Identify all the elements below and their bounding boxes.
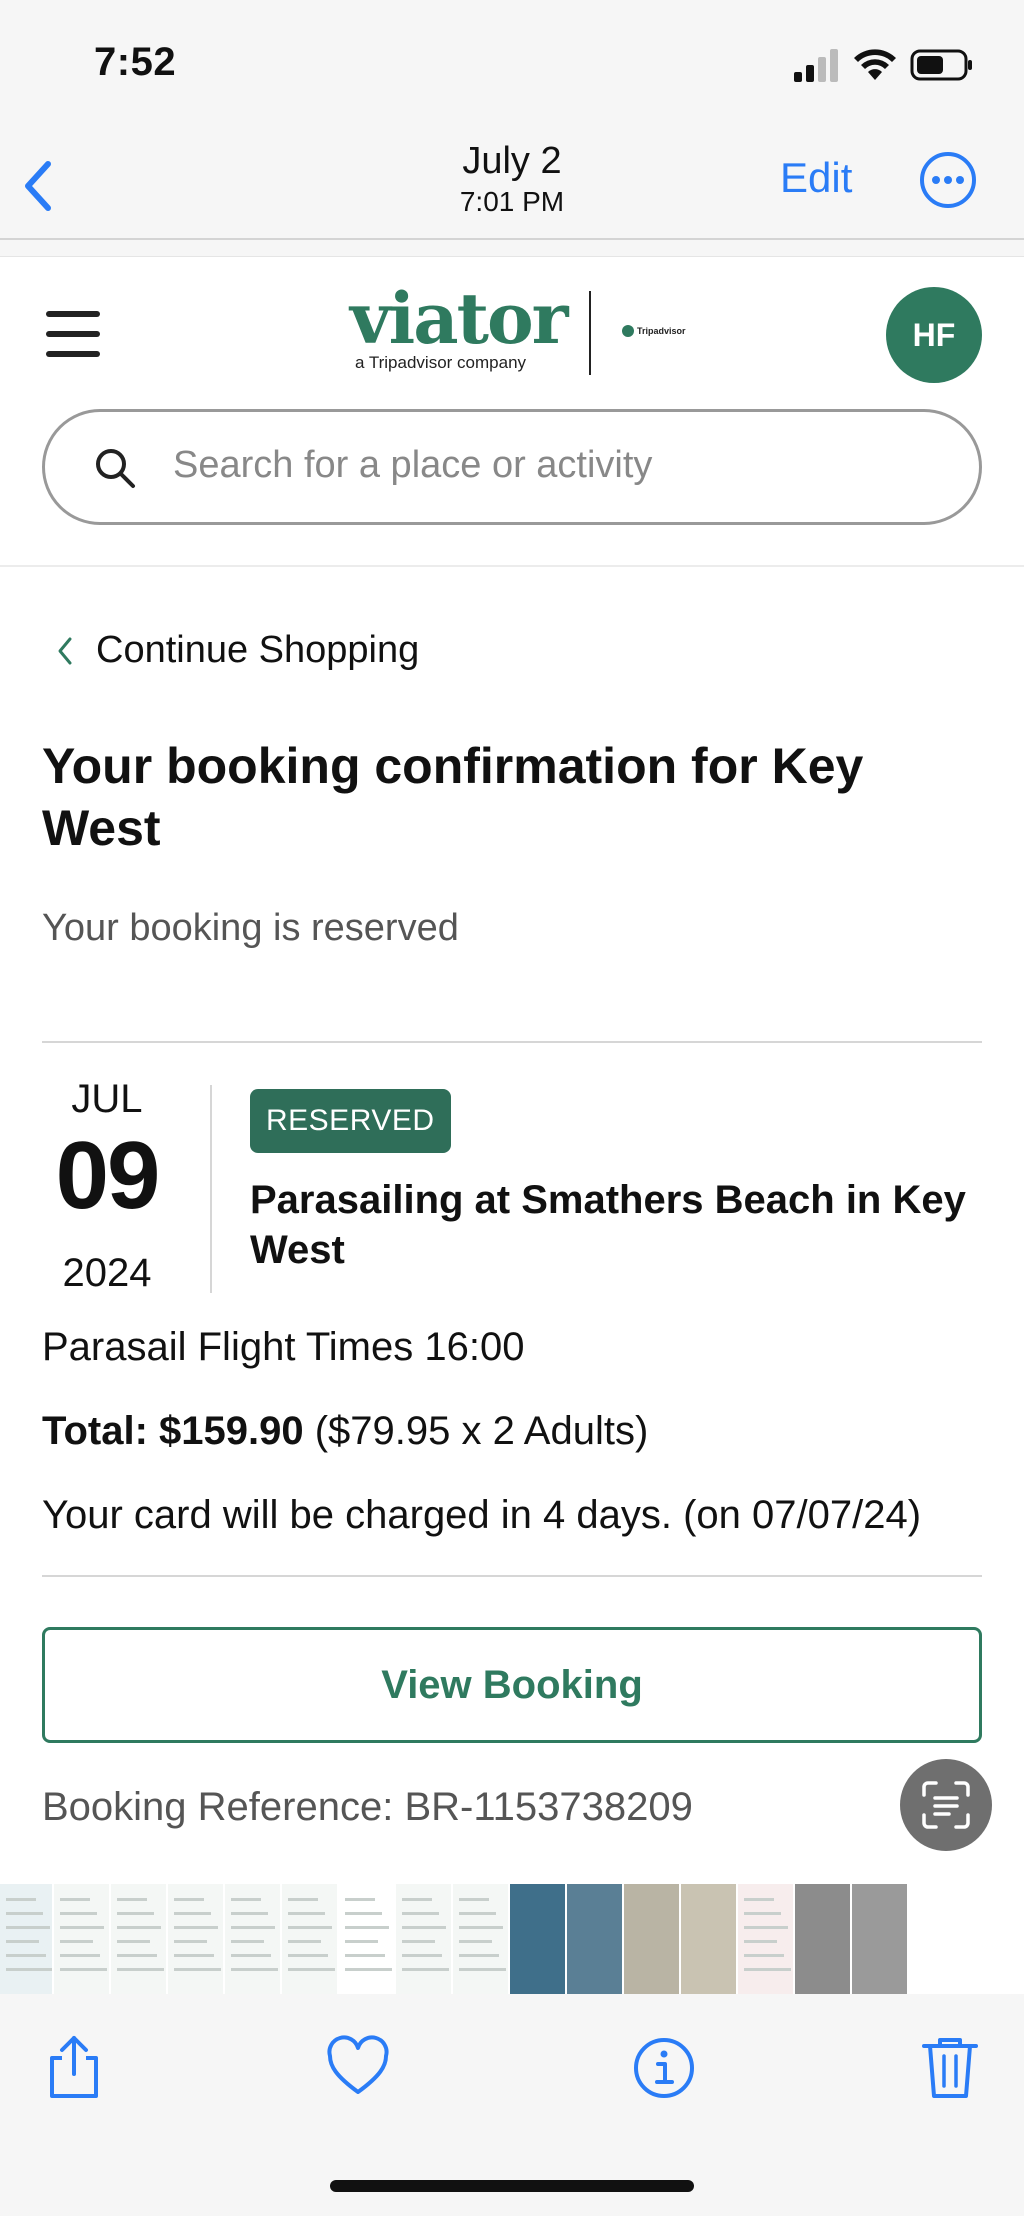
info-icon[interactable] xyxy=(632,2034,696,2100)
menu-icon[interactable] xyxy=(46,311,102,359)
charge-note: Your card will be charged in 4 days. (on… xyxy=(42,1493,922,1537)
photo-thumbnail[interactable] xyxy=(852,1884,909,1994)
photo-thumbnail[interactable] xyxy=(225,1884,282,1994)
photo-time: 7:01 PM xyxy=(459,186,565,217)
photos-nav-bar: July 2 7:01 PM Edit xyxy=(0,120,1024,240)
photo-thumbnail[interactable] xyxy=(168,1884,225,1994)
photo-thumbnail[interactable] xyxy=(510,1884,567,1994)
booking-month: JUL xyxy=(71,1077,143,1121)
tour-name: Parasailing at Smathers Beach in Key Wes… xyxy=(250,1178,966,1272)
status-badge: RESERVED xyxy=(250,1089,451,1153)
photo-thumbnail[interactable] xyxy=(396,1884,453,1994)
date-divider xyxy=(210,1085,212,1293)
booking-day: 09 xyxy=(55,1122,161,1229)
photo-thumbnail[interactable] xyxy=(0,1884,54,1994)
home-indicator[interactable] xyxy=(330,2180,694,2192)
avatar[interactable]: HF xyxy=(886,287,982,383)
continue-shopping-label: Continue Shopping xyxy=(96,629,420,671)
divider xyxy=(42,1041,982,1043)
photo-thumbnail[interactable] xyxy=(624,1884,681,1994)
tripadvisor-owl-icon xyxy=(622,325,634,337)
photo-thumbnail[interactable] xyxy=(681,1884,738,1994)
total-amount: Total: $159.90 xyxy=(42,1409,304,1453)
photo-thumbnail-strip[interactable] xyxy=(0,1884,1024,1994)
trash-icon[interactable] xyxy=(918,2034,982,2100)
cellular-signal-icon xyxy=(794,49,838,82)
photo-thumbnail[interactable] xyxy=(111,1884,168,1994)
search-icon xyxy=(96,449,135,488)
heart-icon[interactable] xyxy=(326,2034,390,2100)
tripadvisor-logo: Tripadvisor xyxy=(622,325,686,337)
status-time: 7:52 xyxy=(94,40,177,84)
edit-button[interactable]: Edit xyxy=(780,154,852,202)
brand-tagline: a Tripadvisor company xyxy=(355,353,527,372)
divider xyxy=(42,1575,982,1577)
booking-status-text: Your booking is reserved xyxy=(42,907,459,949)
wifi-icon xyxy=(854,49,896,80)
photo-thumbnail[interactable] xyxy=(54,1884,111,1994)
battery-icon xyxy=(910,49,972,81)
logo-divider xyxy=(589,291,591,375)
booking-year: 2024 xyxy=(62,1251,152,1295)
total-price: Total: $159.90 ($79.95 x 2 Adults) xyxy=(42,1409,648,1454)
photo-thumbnail[interactable] xyxy=(339,1884,396,1994)
share-icon[interactable] xyxy=(42,2034,106,2100)
photo-date: July 2 xyxy=(462,140,562,182)
continue-shopping-link[interactable]: Continue Shopping xyxy=(56,629,419,672)
page-title: Your booking confirmation for Key West xyxy=(42,738,864,856)
screenshot-content: viator a Tripadvisor company Tripadvisor… xyxy=(0,256,1024,1884)
photos-toolbar xyxy=(0,1994,1024,2216)
flight-time: Parasail Flight Times 16:00 xyxy=(42,1325,525,1369)
site-header: viator a Tripadvisor company Tripadvisor… xyxy=(0,257,1024,567)
price-breakdown: ($79.95 x 2 Adults) xyxy=(303,1409,649,1453)
status-bar: 7:52 xyxy=(0,0,1024,120)
photo-thumbnail[interactable] xyxy=(795,1884,852,1994)
more-options-icon[interactable] xyxy=(918,150,978,210)
photo-thumbnail[interactable] xyxy=(282,1884,339,1994)
photo-thumbnail[interactable] xyxy=(567,1884,624,1994)
search-placeholder: Search for a place or activity xyxy=(173,444,653,486)
photo-thumbnail[interactable] xyxy=(738,1884,795,1994)
photo-thumbnail[interactable] xyxy=(453,1884,510,1994)
booking-reference: Booking Reference: BR-1153738209 xyxy=(42,1785,693,1829)
chevron-left-icon xyxy=(58,637,72,664)
live-text-icon xyxy=(922,1781,970,1829)
live-text-button[interactable] xyxy=(900,1759,992,1851)
brand-logo[interactable]: viator xyxy=(350,277,569,360)
search-input[interactable]: Search for a place or activity xyxy=(42,409,982,525)
view-booking-button[interactable]: View Booking xyxy=(42,1627,982,1743)
